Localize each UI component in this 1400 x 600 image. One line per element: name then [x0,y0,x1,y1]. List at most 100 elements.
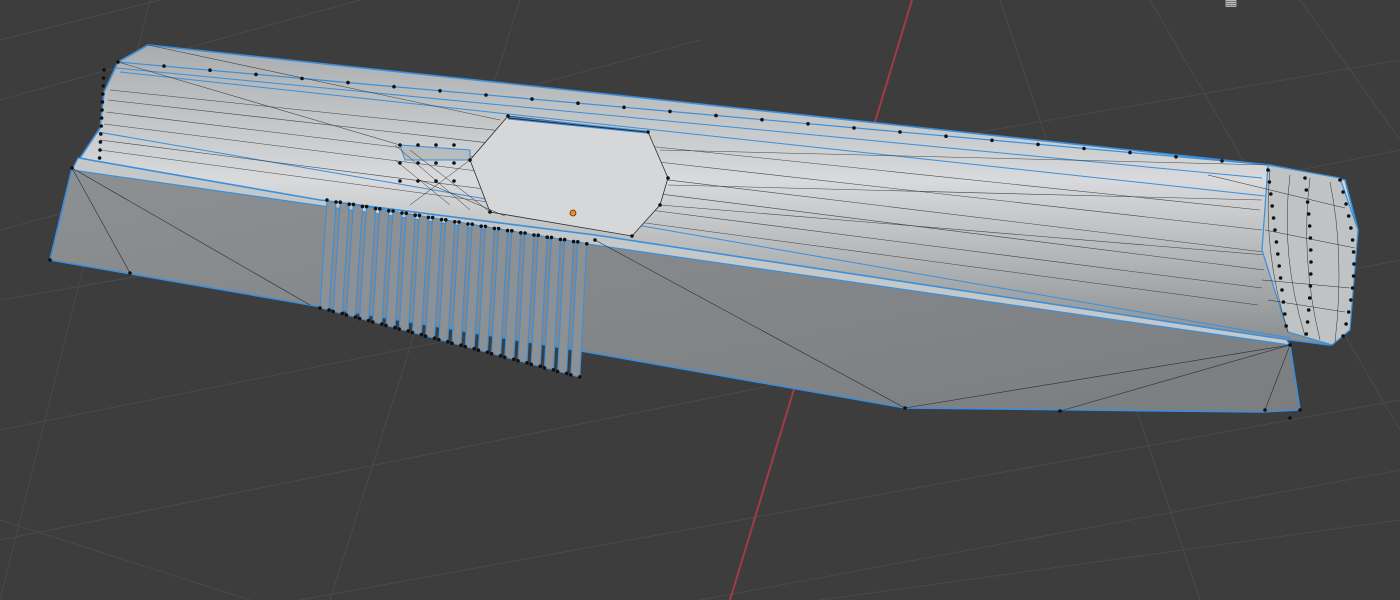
mesh-vertex[interactable] [366,318,371,323]
mesh-vertex[interactable] [1174,155,1178,159]
mesh-vertex[interactable] [423,334,428,339]
mesh-vertex[interactable] [1270,204,1274,208]
mesh-vertex[interactable] [585,242,589,246]
mesh-vertex[interactable] [510,229,514,233]
mesh-vertex[interactable] [1349,226,1353,230]
mesh-vertex[interactable] [434,161,438,165]
mesh-vertex[interactable] [102,68,106,72]
mesh-vertex[interactable] [532,233,536,237]
3d-viewport[interactable]: ▦ [0,0,1400,600]
mesh-vertex[interactable] [1298,408,1302,412]
mesh-vertex[interactable] [353,315,358,319]
mesh-vertex[interactable] [1305,320,1310,324]
mesh-vertex[interactable] [419,332,424,337]
mesh-vertex[interactable] [400,211,404,215]
mesh-vertex[interactable] [1346,310,1351,314]
mesh-vertex[interactable] [1304,188,1309,192]
mesh-vertex[interactable] [578,375,582,379]
mesh-vertex[interactable] [529,362,533,367]
mesh-vertex[interactable] [1309,248,1313,252]
mesh-vertex[interactable] [630,234,634,238]
mesh-vertex[interactable] [593,238,597,242]
mesh-vertex[interactable] [410,330,415,335]
mesh-vertex[interactable] [48,258,52,262]
mesh-vertex[interactable] [506,114,510,118]
mesh-vertex[interactable] [360,204,365,209]
mesh-vertex[interactable] [364,204,369,209]
mesh-vertex[interactable] [1267,180,1272,184]
mesh-vertex[interactable] [459,343,463,348]
mesh-vertex[interactable] [334,200,338,204]
mesh-vertex[interactable] [1303,176,1307,180]
mesh-vertex[interactable] [1036,142,1040,147]
mesh-vertex[interactable] [101,76,106,80]
mesh-vertex[interactable] [516,359,520,363]
mesh-vertex[interactable] [806,122,810,126]
mesh-vertex[interactable] [1082,146,1086,151]
mesh-vertex[interactable] [1305,200,1310,204]
mesh-vertex[interactable] [1309,260,1313,264]
mesh-vertex[interactable] [1263,408,1267,412]
mesh-vertex[interactable] [562,237,567,242]
mesh-vertex[interactable] [463,344,468,349]
mesh-vertex[interactable] [453,220,457,224]
mesh-vertex[interactable] [416,143,420,147]
mesh-vertex[interactable] [483,224,488,229]
mesh-vertex[interactable] [406,329,411,333]
mesh-vertex[interactable] [476,348,481,353]
mesh-vertex[interactable] [438,89,442,93]
mesh-vertex[interactable] [378,207,382,211]
mesh-vertex[interactable] [404,211,409,215]
mesh-vertex[interactable] [530,97,534,101]
mesh-vertex[interactable] [555,369,560,374]
mesh-vertex[interactable] [944,134,948,138]
mesh-vertex[interactable] [519,231,523,235]
mesh-vertex[interactable] [98,148,102,152]
mesh-vertex[interactable] [393,325,397,330]
mesh-vertex[interactable] [714,113,718,118]
mesh-vertex[interactable] [668,109,672,114]
mesh-vertex[interactable] [1277,264,1281,268]
mesh-vertex[interactable] [571,239,576,244]
mesh-vertex[interactable] [470,222,475,226]
mesh-vertex[interactable] [1288,343,1292,347]
mesh-vertex[interactable] [492,226,497,231]
mesh-vertex[interactable] [760,117,764,122]
mesh-vertex[interactable] [472,346,477,351]
mesh-vertex[interactable] [489,352,494,356]
mesh-vertex[interactable] [569,373,573,377]
mesh-vertex[interactable] [99,132,103,136]
mesh-vertex[interactable] [128,271,132,275]
mesh-vertex[interactable] [97,156,102,160]
mesh-vertex[interactable] [116,60,120,64]
mesh-vertex[interactable] [479,224,484,228]
mesh-vertex[interactable] [1128,150,1132,155]
mesh-vertex[interactable] [903,406,907,410]
mesh-vertex[interactable] [346,80,350,85]
mesh-vertex[interactable] [70,166,74,170]
mesh-vertex[interactable] [380,322,384,326]
mesh-vertex[interactable] [549,235,554,240]
mesh-vertex[interactable] [98,140,103,144]
mesh-vertex[interactable] [452,179,456,183]
mesh-vertex[interactable] [496,226,501,231]
mesh-vertex[interactable] [622,105,626,110]
viewport-canvas[interactable] [0,0,1400,600]
mesh-vertex[interactable] [452,143,456,147]
mesh-vertex[interactable] [1306,212,1311,216]
mesh-vertex[interactable] [542,366,547,370]
mesh-vertex[interactable] [1284,324,1288,328]
mesh-vertex[interactable] [398,143,402,147]
mesh-vertex[interactable] [208,68,212,72]
mesh-vertex[interactable] [162,64,166,68]
mesh-vertex[interactable] [1274,240,1279,244]
mesh-vertex[interactable] [468,158,472,162]
mesh-vertex[interactable] [327,308,331,312]
mesh-vertex[interactable] [666,176,670,180]
mesh-vertex[interactable] [100,100,105,104]
mesh-vertex[interactable] [505,228,510,233]
mesh-vertex[interactable] [426,215,431,220]
mesh-vertex[interactable] [432,336,437,341]
mesh-vertex[interactable] [538,364,542,369]
mesh-vertex[interactable] [1273,228,1277,232]
